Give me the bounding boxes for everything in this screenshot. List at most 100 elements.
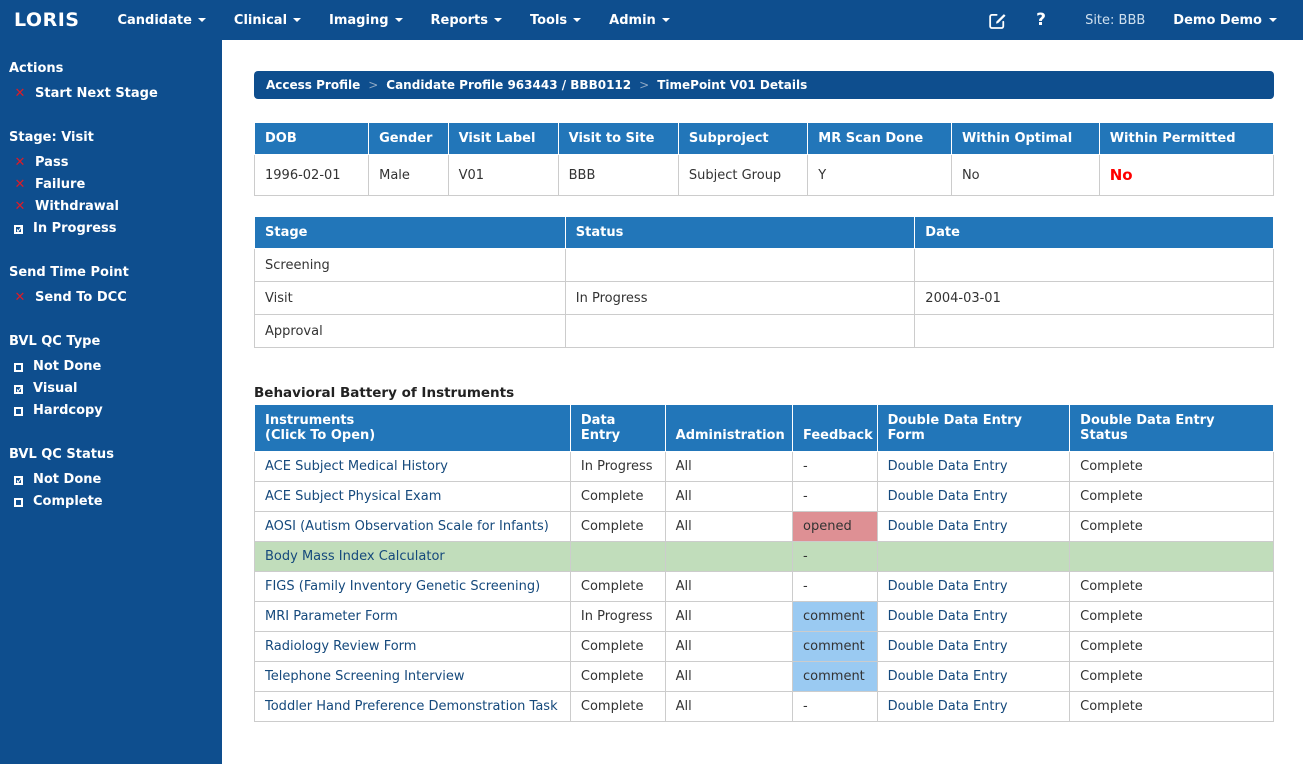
loris-logo[interactable]: LORIS <box>0 9 103 31</box>
sidebar-item-in-progress[interactable]: In Progress <box>9 218 214 240</box>
cell-feedback[interactable]: comment <box>793 662 878 692</box>
column-header-visit-label: Visit Label <box>448 123 558 155</box>
nav-menu-admin[interactable]: Admin <box>595 0 684 40</box>
dde-form-link[interactable]: Double Data Entry <box>888 669 1008 684</box>
cell-dde-form <box>877 542 1070 572</box>
nav-menu-label: Candidate <box>117 13 191 28</box>
sidebar-heading-stage-visit: Stage: Visit <box>9 130 214 145</box>
sidebar-item-not-done[interactable]: Not Done <box>9 356 214 378</box>
dde-form-link[interactable]: Double Data Entry <box>888 579 1008 594</box>
cell-data-entry: Complete <box>570 572 665 602</box>
table-row-radiology-review-form: Radiology Review FormCompleteAllcommentD… <box>255 632 1274 662</box>
sidebar-item-send-to-dcc[interactable]: ✕Send To DCC <box>9 287 214 309</box>
dde-form-link[interactable]: Double Data Entry <box>888 699 1008 714</box>
user-menu-label: Demo Demo <box>1173 13 1262 28</box>
cell-status: In Progress <box>565 282 915 315</box>
help-icon[interactable]: ? <box>1019 10 1063 30</box>
cell-status <box>565 315 915 348</box>
cell-dde-form: Double Data Entry <box>877 482 1070 512</box>
cell-instrument: MRI Parameter Form <box>255 602 571 632</box>
x-icon: ✕ <box>14 177 26 193</box>
nav-menu-tools[interactable]: Tools <box>516 0 595 40</box>
cell-feedback[interactable]: comment <box>793 602 878 632</box>
dde-form-link[interactable]: Double Data Entry <box>888 609 1008 624</box>
sidebar-item-not-done[interactable]: Not Done <box>9 469 214 491</box>
chevron-down-icon <box>198 18 206 22</box>
instrument-link[interactable]: Toddler Hand Preference Demonstration Ta… <box>265 699 558 714</box>
cell-data-entry: In Progress <box>570 602 665 632</box>
x-icon: ✕ <box>14 290 26 306</box>
cell-administration: All <box>665 632 792 662</box>
cell-stage: Approval <box>255 315 566 348</box>
nav-menu-imaging[interactable]: Imaging <box>315 0 416 40</box>
instrument-link[interactable]: AOSI (Autism Observation Scale for Infan… <box>265 519 549 534</box>
breadcrumb-item-candidate-profile-963443-bbb0112[interactable]: Candidate Profile 963443 / BBB0112 <box>386 78 631 92</box>
breadcrumb-item-access-profile[interactable]: Access Profile <box>266 78 360 92</box>
cell-data-entry: Complete <box>570 632 665 662</box>
instrument-link[interactable]: FIGS (Family Inventory Genetic Screening… <box>265 579 540 594</box>
instrument-link[interactable]: ACE Subject Medical History <box>265 459 448 474</box>
instrument-link[interactable]: ACE Subject Physical Exam <box>265 489 441 504</box>
cell-stage: Visit <box>255 282 566 315</box>
instrument-link[interactable]: Body Mass Index Calculator <box>265 549 445 564</box>
dde-form-link[interactable]: Double Data Entry <box>888 639 1008 654</box>
breadcrumb: Access Profile > Candidate Profile 963443 … <box>254 71 1274 99</box>
nav-menu-candidate[interactable]: Candidate <box>103 0 219 40</box>
column-header-status: Status <box>565 217 915 249</box>
checkbox-checked-icon <box>14 476 23 485</box>
user-menu[interactable]: Demo Demo <box>1173 13 1277 28</box>
nav-menu-clinical[interactable]: Clinical <box>220 0 315 40</box>
instrument-link[interactable]: Telephone Screening Interview <box>265 669 465 684</box>
column-header-within-permitted: Within Permitted <box>1099 123 1273 155</box>
column-header-instruments: Instruments (Click To Open) <box>255 405 571 452</box>
sidebar-item-label: Failure <box>35 177 85 193</box>
sidebar-item-start-next-stage[interactable]: ✕Start Next Stage <box>9 83 214 105</box>
cell-dde-status: Complete <box>1070 662 1274 692</box>
cell-feedback: - <box>793 572 878 602</box>
instrument-link[interactable]: MRI Parameter Form <box>265 609 398 624</box>
cell-dde-status: Complete <box>1070 602 1274 632</box>
cell-feedback[interactable]: comment <box>793 632 878 662</box>
cell-data-entry: In Progress <box>570 452 665 482</box>
instruments-section-title: Behavioral Battery of Instruments <box>254 385 1274 401</box>
sidebar-heading-actions: Actions <box>9 61 214 76</box>
cell-value: Subject Group <box>689 168 781 183</box>
sidebar-item-label: Not Done <box>33 472 101 488</box>
checkbox-unchecked-icon <box>14 407 23 416</box>
breadcrumb-separator: > <box>368 78 378 92</box>
cell-visit-to-site: BBB <box>558 155 678 196</box>
sidebar-item-withdrawal[interactable]: ✕Withdrawal <box>9 196 214 218</box>
column-header-double-data-entry-form: Double Data Entry Form <box>877 405 1070 452</box>
stage-table-body: ScreeningVisitIn Progress2004-03-01Appro… <box>255 249 1274 348</box>
cell-within-optimal: No <box>951 155 1099 196</box>
instrument-link[interactable]: Radiology Review Form <box>265 639 416 654</box>
visit-info-header-row: DOBGenderVisit LabelVisit to SiteSubproj… <box>255 123 1274 155</box>
feedback-edit-icon[interactable] <box>975 10 1019 31</box>
instruments-table: Instruments (Click To Open)Data EntryAdm… <box>254 404 1274 722</box>
breadcrumb-item-timepoint-v01-details[interactable]: TimePoint V01 Details <box>657 78 807 92</box>
sidebar-item-pass[interactable]: ✕Pass <box>9 152 214 174</box>
table-row-telephone-screening-interview: Telephone Screening InterviewCompleteAll… <box>255 662 1274 692</box>
cell-dde-status: Complete <box>1070 632 1274 662</box>
dde-form-link[interactable]: Double Data Entry <box>888 489 1008 504</box>
nav-menu-label: Tools <box>530 13 567 28</box>
cell-data-entry: Complete <box>570 512 665 542</box>
dde-form-link[interactable]: Double Data Entry <box>888 519 1008 534</box>
checkbox-unchecked-icon <box>14 498 23 507</box>
cell-dde-form: Double Data Entry <box>877 512 1070 542</box>
cell-instrument: Toddler Hand Preference Demonstration Ta… <box>255 692 571 722</box>
cell-instrument: Radiology Review Form <box>255 632 571 662</box>
cell-dde-form: Double Data Entry <box>877 602 1070 632</box>
sidebar-item-complete[interactable]: Complete <box>9 491 214 513</box>
dde-form-link[interactable]: Double Data Entry <box>888 459 1008 474</box>
cell-data-entry: Complete <box>570 662 665 692</box>
nav-menu-reports[interactable]: Reports <box>417 0 516 40</box>
cell-data-entry: Complete <box>570 482 665 512</box>
sidebar-item-hardcopy[interactable]: Hardcopy <box>9 400 214 422</box>
stage-row-screening: Screening <box>255 249 1274 282</box>
checkbox-checked-icon <box>14 225 23 234</box>
sidebar-item-visual[interactable]: Visual <box>9 378 214 400</box>
cell-feedback[interactable]: opened <box>793 512 878 542</box>
sidebar-item-failure[interactable]: ✕ Failure <box>9 174 214 196</box>
cell-instrument: ACE Subject Medical History <box>255 452 571 482</box>
